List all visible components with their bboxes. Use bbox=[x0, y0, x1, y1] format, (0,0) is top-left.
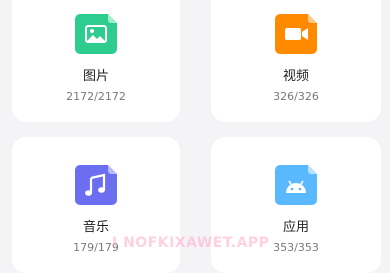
watermark: I NOFKIXAWET.APP bbox=[112, 235, 270, 251]
video-icon bbox=[275, 14, 317, 54]
category-card-images[interactable]: 图片 2172/2172 bbox=[12, 0, 180, 122]
category-card-videos[interactable]: 视频 326/326 bbox=[211, 0, 381, 122]
category-count: 326/326 bbox=[273, 90, 319, 103]
music-icon bbox=[75, 165, 117, 205]
android-icon bbox=[275, 165, 317, 205]
image-icon bbox=[75, 14, 117, 54]
category-card-music[interactable]: 音乐 179/179 bbox=[12, 137, 180, 273]
category-count: 2172/2172 bbox=[66, 90, 126, 103]
category-label: 图片 bbox=[82, 69, 109, 84]
category-label: 视频 bbox=[282, 69, 309, 84]
category-card-apps[interactable]: 应用 353/353 bbox=[211, 137, 381, 273]
